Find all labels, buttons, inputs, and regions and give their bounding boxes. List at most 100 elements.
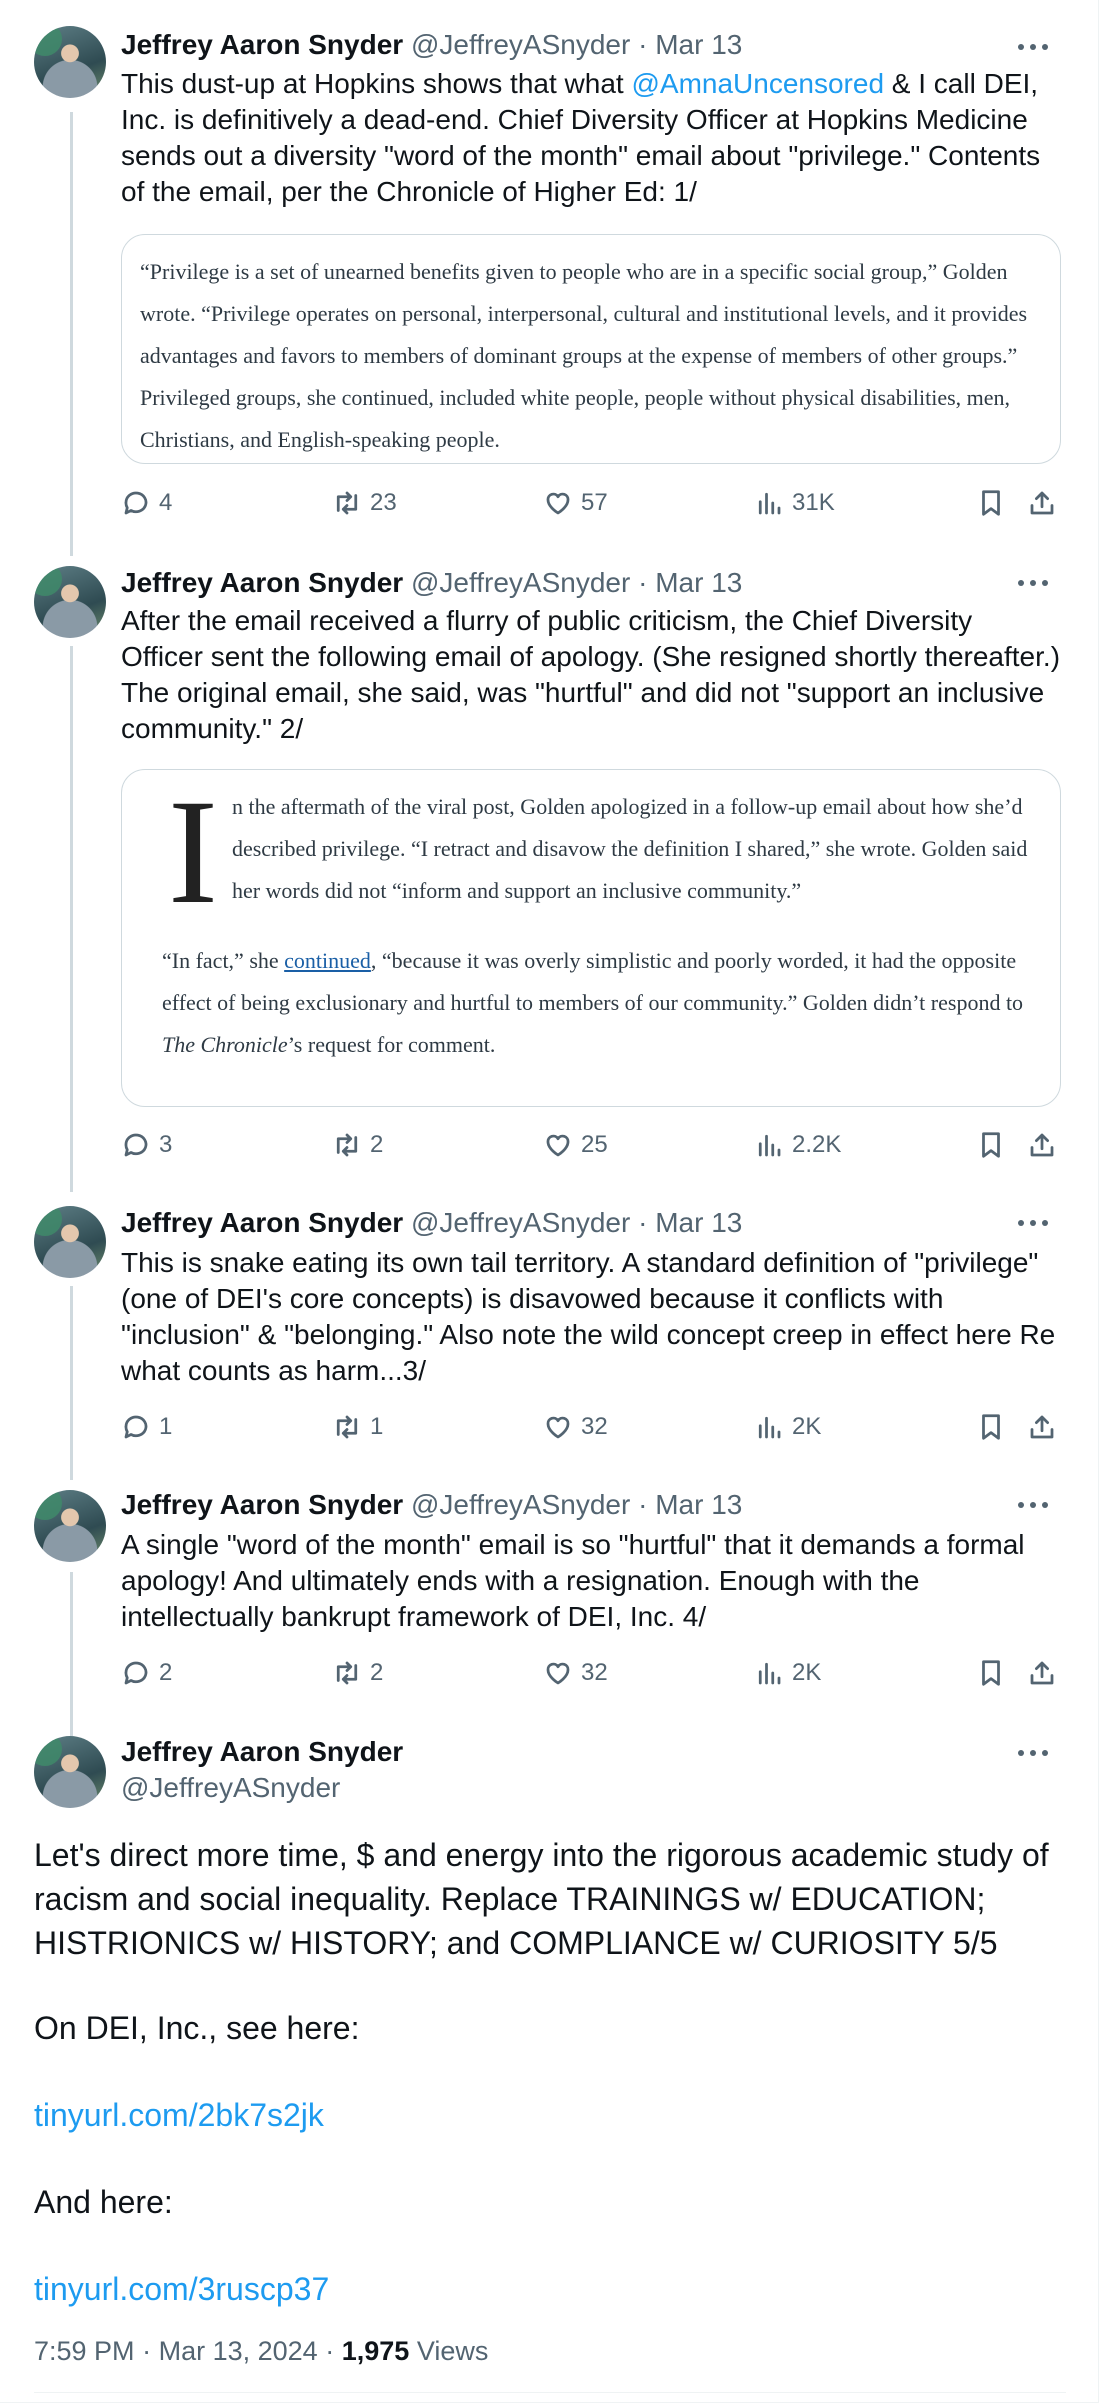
avatar[interactable] [34,1206,106,1278]
author-name[interactable]: Jeffrey Aaron Snyder [121,1489,403,1520]
tweet-date[interactable]: Mar 13 [655,567,742,598]
tweet-text-part: This dust-up at Hopkins shows that what [121,68,632,99]
bookmark-button[interactable] [976,1129,1006,1161]
views-button[interactable]: 2K [754,1411,821,1443]
reply-button[interactable]: 2 [121,1657,172,1689]
author-handle[interactable]: @JeffreyASnyder [411,29,630,60]
tweet-time[interactable]: 7:59 PM [34,2336,135,2366]
main-tweet-paragraph: And here: [34,2184,173,2220]
more-icon[interactable] [1018,1220,1048,1228]
bookmark-button[interactable] [976,1411,1006,1443]
avatar[interactable] [34,1736,106,1808]
quote-text-part: “In fact,” she [162,948,285,973]
tweet-text: This is snake eating its own tail territ… [121,1247,1056,1386]
tweet-header: Jeffrey Aaron Snyder @JeffreyASnyder · M… [121,1206,742,1240]
views-button[interactable]: 2K [754,1657,821,1689]
views-button[interactable]: 31K [754,487,835,519]
share-button[interactable] [1027,1129,1057,1161]
main-tweet-text: Let's direct more time, $ and energy int… [34,1833,1074,1965]
retweet-icon [336,491,358,515]
retweet-button[interactable]: 23 [332,487,397,519]
tweet-date[interactable]: Mar 13 [655,29,742,60]
continued-link[interactable]: continued [284,948,371,973]
like-button[interactable]: 32 [543,1657,608,1689]
bookmark-icon [982,1414,1000,1440]
quote-text: “Privilege is a set of unearned benefits… [140,259,1028,452]
retweet-icon [336,1661,358,1685]
thread-line [70,646,73,1192]
tinyurl-link-2[interactable]: tinyurl.com/3ruscp37 [34,2267,1074,2311]
views-icon [758,492,781,515]
retweet-count: 2 [370,1131,384,1158]
retweet-count: 1 [370,1413,384,1440]
share-button[interactable] [1027,487,1057,519]
reply-icon [124,1415,148,1439]
tweet-text: A single "word of the month" email is so… [121,1529,1025,1632]
reply-button[interactable]: 3 [121,1129,172,1161]
divider [34,2392,1066,2393]
quote-image[interactable]: “Privilege is a set of unearned benefits… [121,234,1061,464]
views-count: 31K [792,489,835,516]
retweet-icon [336,1415,358,1439]
reply-button[interactable]: 4 [121,487,172,519]
like-icon [546,1134,570,1157]
mention-link[interactable]: @AmnaUncensored [631,68,884,99]
main-tweet-paragraph: Let's direct more time, $ and energy int… [34,1837,1049,1961]
bookmark-button[interactable] [976,1657,1006,1689]
separator: · [142,2336,152,2366]
main-tweet-text: On DEI, Inc., see here: [34,2006,1074,2050]
like-button[interactable]: 57 [543,487,608,519]
bookmark-button[interactable] [976,487,1006,519]
more-icon[interactable] [1018,1502,1048,1510]
like-count: 32 [581,1413,608,1440]
main-tweet-header: Jeffrey Aaron Snyder @JeffreyASnyder [121,1734,403,1806]
retweet-button[interactable]: 2 [332,1657,383,1689]
more-icon[interactable] [1018,1750,1048,1758]
author-name[interactable]: Jeffrey Aaron Snyder [121,1207,403,1238]
like-button[interactable]: 25 [543,1129,608,1161]
quote-text-part: ’s request for comment. [287,1032,496,1057]
reply-icon [124,1661,148,1685]
reply-button[interactable]: 1 [121,1411,172,1443]
retweet-icon [336,1133,358,1157]
like-icon [546,492,570,515]
more-icon[interactable] [1018,44,1048,52]
tweet-actions: 3 2 25 2.2K [121,1129,1059,1161]
retweet-button[interactable]: 1 [332,1411,383,1443]
reply-count: 1 [159,1413,173,1440]
more-icon[interactable] [1018,580,1048,588]
quote-text-italic: The Chronicle [162,1032,288,1057]
tinyurl-link-1[interactable]: tinyurl.com/2bk7s2jk [34,2093,1074,2137]
avatar[interactable] [34,1490,106,1562]
like-button[interactable]: 32 [543,1411,608,1443]
author-handle[interactable]: @JeffreyASnyder [411,1489,630,1520]
bookmark-icon [982,1660,1000,1686]
tweet-actions: 4 23 57 31K [121,487,1059,519]
reply-icon [124,491,148,515]
main-tweet-text: tinyurl.com/3ruscp37 [34,2267,1074,2311]
avatar[interactable] [34,26,106,98]
retweet-button[interactable]: 2 [332,1129,383,1161]
share-button[interactable] [1027,1657,1057,1689]
views-button[interactable]: 2.2K [754,1129,841,1161]
author-name[interactable]: Jeffrey Aaron Snyder [121,567,403,598]
views-icon [758,1416,781,1439]
tweet-full-date[interactable]: Mar 13, 2024 [159,2336,318,2366]
author-name[interactable]: Jeffrey Aaron Snyder [121,1734,403,1770]
tweet-date[interactable]: Mar 13 [655,1489,742,1520]
tweet-date[interactable]: Mar 13 [655,1207,742,1238]
quote-text: “In fact,” she continued, “because it wa… [162,940,1030,1066]
avatar[interactable] [34,566,106,638]
view-count: 1,975 [341,2336,410,2366]
author-handle[interactable]: @JeffreyASnyder [121,1770,403,1806]
author-name[interactable]: Jeffrey Aaron Snyder [121,29,403,60]
bookmark-icon [982,1132,1000,1158]
author-handle[interactable]: @JeffreyASnyder [411,1207,630,1238]
tweet-actions: 2 2 32 2K [121,1657,1059,1689]
main-tweet-text: And here: [34,2180,1074,2224]
author-handle[interactable]: @JeffreyASnyder [411,567,630,598]
quote-image[interactable]: I n the aftermath of the viral post, Gol… [121,769,1061,1107]
share-button[interactable] [1027,1411,1057,1443]
thread-line [70,1572,73,1736]
tweet-text: After the email received a flurry of pub… [121,605,1061,744]
